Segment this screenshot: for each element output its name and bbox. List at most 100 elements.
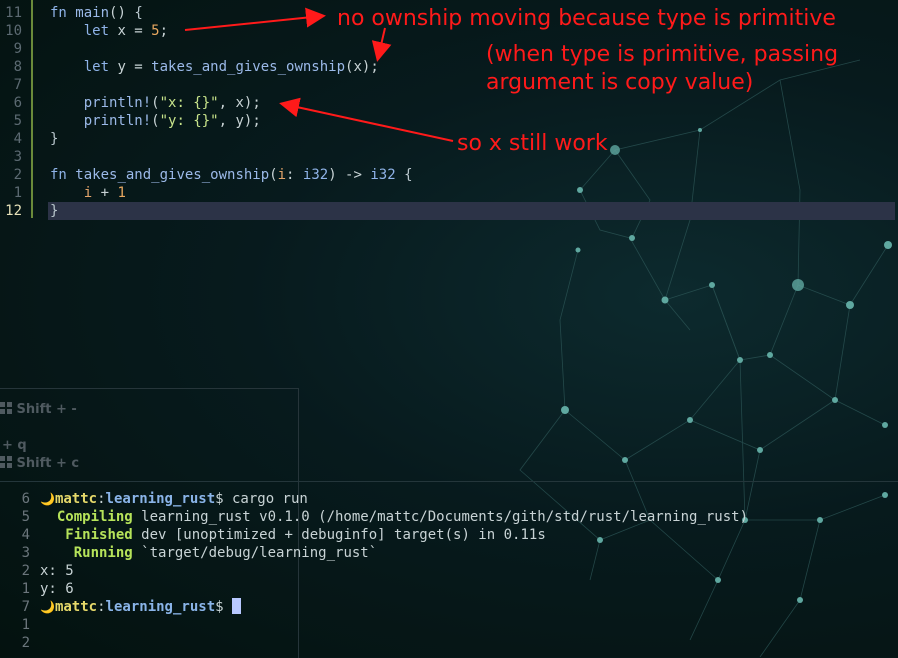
line-number: 4 xyxy=(13,131,22,147)
windows-key-icon xyxy=(0,402,12,414)
annotation-copy-line1: (when type is primitive, passing xyxy=(486,42,839,67)
terminal-line-text: 🌙mattc:learning_rust$ cargo run xyxy=(40,490,308,508)
code-token: y = xyxy=(117,59,152,75)
terminal-line-text: Compiling learning_rust v0.1.0 (/home/ma… xyxy=(40,508,748,526)
terminal[interactable]: 6 🌙mattc:learning_rust$ cargo run 5 Compil… xyxy=(0,490,898,657)
code-token: i32 xyxy=(302,167,329,183)
code-text: i + 1 xyxy=(50,184,126,202)
terminal-cursor[interactable] xyxy=(231,598,241,614)
terminal-line-number: 7 xyxy=(21,599,30,615)
code-token: } xyxy=(50,131,59,147)
code-token: , y); xyxy=(218,113,261,129)
code-token: "x: {}" xyxy=(159,95,219,111)
line-number: 12 xyxy=(5,203,22,219)
code-token: "y: {}" xyxy=(159,113,219,129)
terminal-line-number: 2 xyxy=(21,563,30,579)
cargo-status-label: Compiling xyxy=(56,509,133,525)
code-token: 5 xyxy=(151,23,160,39)
code-token: ( xyxy=(151,95,160,111)
code-editor[interactable]: 11 fn main() {10 let x = 5; 9 8 let y = tak… xyxy=(0,0,898,230)
annotation-ownership: no ownship moving because type is primit… xyxy=(337,6,836,31)
code-token: () xyxy=(109,5,135,21)
shortcut-hint-1-text: Shift + - xyxy=(16,402,77,417)
code-token: 1 xyxy=(117,185,126,201)
code-token: i32 xyxy=(370,167,396,183)
line-number: 10 xyxy=(5,23,22,39)
prompt-user: mattc xyxy=(54,599,98,615)
code-line[interactable]: 1 i + 1 xyxy=(0,184,898,202)
terminal-line-text: Running `target/debug/learning_rust` xyxy=(40,544,377,562)
code-token: ( xyxy=(269,167,278,183)
code-token: { xyxy=(404,167,413,183)
code-token: , x); xyxy=(218,95,261,111)
code-token: i xyxy=(83,185,93,201)
annotation-still-work: so x still work xyxy=(457,131,608,156)
terminal-line-number: 1 xyxy=(21,581,30,597)
code-text: } xyxy=(50,202,58,220)
line-number: 1 xyxy=(13,185,22,201)
shortcut-hint-2: + q xyxy=(2,438,27,453)
code-token: ; xyxy=(159,23,169,39)
cargo-status-label: Running xyxy=(73,545,133,561)
code-token: takes_and_gives_ownship xyxy=(75,167,270,183)
windows-key-icon xyxy=(0,456,12,468)
line-number: 11 xyxy=(5,5,22,21)
prompt-command: $ xyxy=(215,599,232,615)
code-text: let y = takes_and_gives_ownship(x); xyxy=(50,58,379,76)
code-line[interactable]: 5 println!("y: {}", y); xyxy=(0,112,898,130)
terminal-line-number: 2 xyxy=(21,635,30,651)
prompt-directory: learning_rust xyxy=(105,491,216,507)
code-token: let xyxy=(83,23,118,39)
code-line[interactable]: 2 fn takes_and_gives_ownship(i: i32) -> i… xyxy=(0,166,898,184)
line-number: 8 xyxy=(13,59,22,75)
prompt-separator: : xyxy=(97,491,106,507)
code-text: fn takes_and_gives_ownship(i: i32) -> i3… xyxy=(50,166,413,184)
code-token: fn xyxy=(50,5,76,21)
code-token: takes_and_gives_ownship xyxy=(151,59,346,75)
code-token: { xyxy=(134,5,143,21)
prompt-separator: : xyxy=(97,599,106,615)
code-line[interactable]: 6 println!("x: {}", x); xyxy=(0,94,898,112)
code-token: x = xyxy=(117,23,152,39)
shortcut-hint-1: Shift + - xyxy=(0,402,77,417)
code-line[interactable]: 4} xyxy=(0,130,898,148)
code-token: i xyxy=(277,167,287,183)
line-number: 2 xyxy=(13,167,22,183)
cargo-status-text: `target/debug/learning_rust` xyxy=(132,545,378,561)
code-line[interactable]: 7 xyxy=(0,76,898,94)
line-number: 9 xyxy=(13,41,22,57)
code-text: println!("x: {}", x); xyxy=(50,94,261,112)
terminal-line-number: 6 xyxy=(21,491,30,507)
line-number: 7 xyxy=(13,77,22,93)
code-token: ) -> xyxy=(328,167,371,183)
code-token: + xyxy=(92,185,118,201)
code-text: println!("y: {}", y); xyxy=(50,112,261,130)
prompt-user: mattc xyxy=(54,491,98,507)
cargo-status-label: Finished xyxy=(65,527,133,543)
annotation-copy-line2: argument is copy value) xyxy=(486,70,754,95)
code-line[interactable]: 12} xyxy=(0,202,898,220)
line-number: 5 xyxy=(13,113,22,129)
terminal-line-number: 5 xyxy=(21,509,30,525)
prompt-command: $ cargo run xyxy=(215,491,308,507)
shortcut-hint-3-text: Shift + c xyxy=(16,456,80,471)
terminal-line-number: 4 xyxy=(21,527,30,543)
terminal-line-number: 3 xyxy=(21,545,30,561)
code-token: println! xyxy=(83,95,152,111)
code-token: fn xyxy=(50,167,76,183)
code-line[interactable]: 3 xyxy=(0,148,898,166)
terminal-line-text: x: 5 xyxy=(40,563,74,579)
shortcut-hint-3: Shift + c xyxy=(0,456,79,471)
code-text: fn main() { xyxy=(50,4,143,22)
cargo-status-text: dev [unoptimized + debuginfo] target(s) … xyxy=(132,527,546,543)
line-number: 3 xyxy=(13,149,22,165)
code-text: let x = 5; xyxy=(50,22,168,40)
